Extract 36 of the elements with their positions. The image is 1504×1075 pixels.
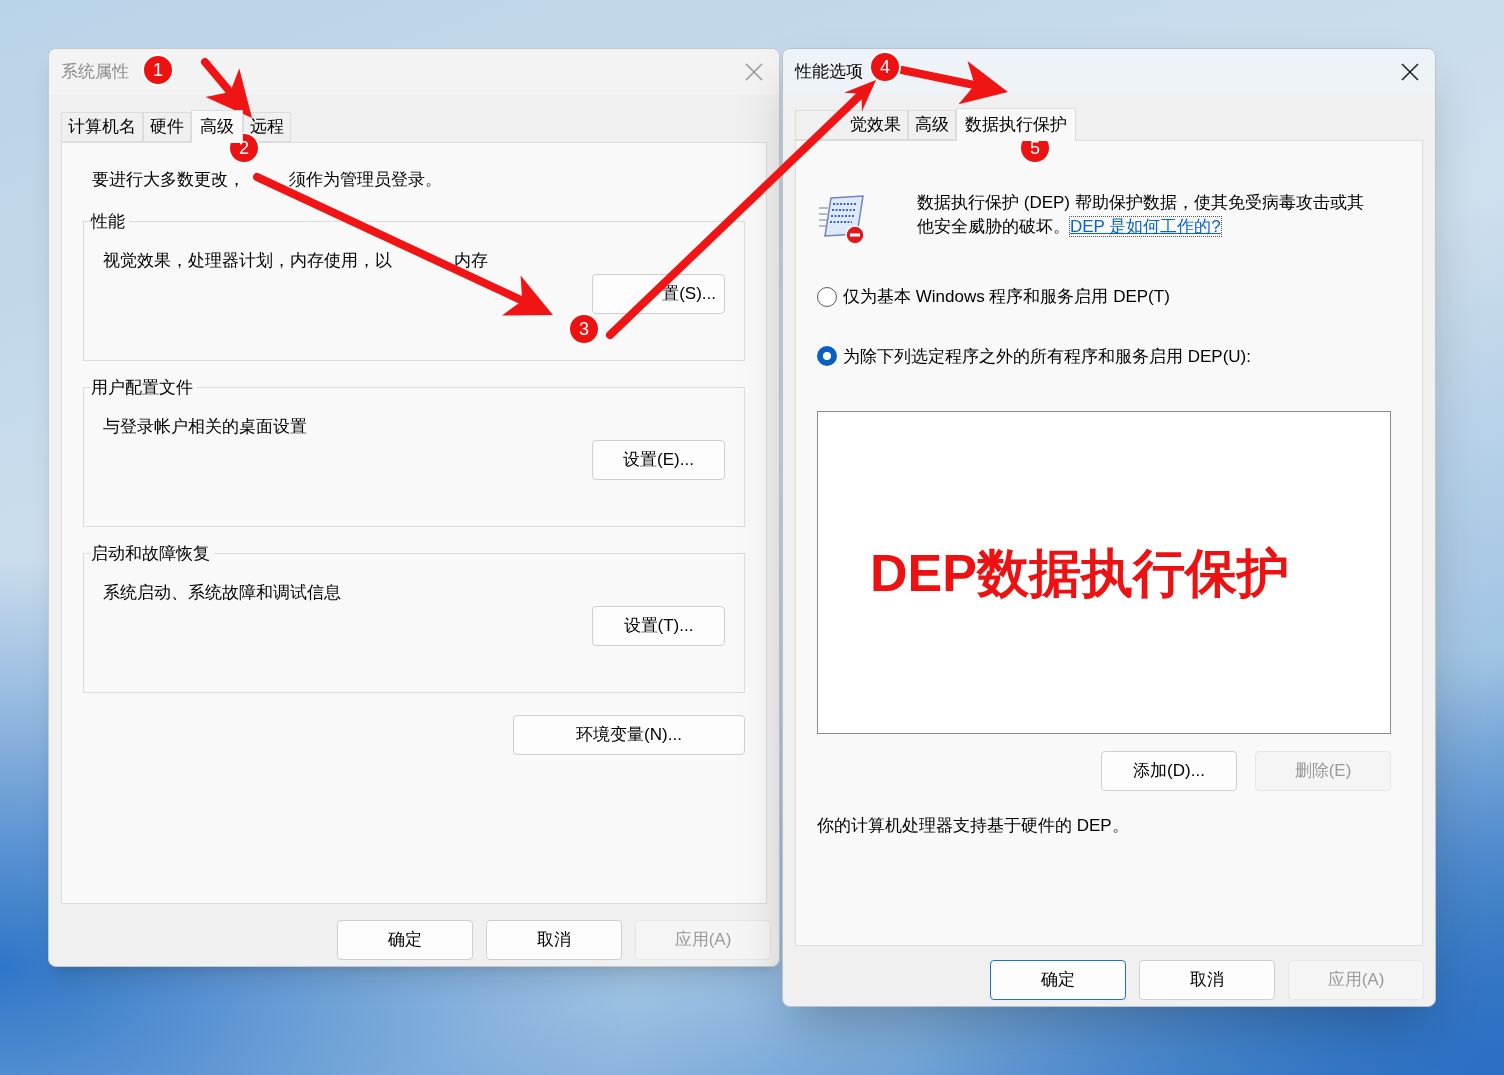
- dialog-button[interactable]: 设置(E)...: [592, 439, 725, 480]
- group-title: 启动和故障恢复: [91, 542, 211, 565]
- tab[interactable]: 计算机名: [61, 112, 143, 142]
- program-list-box[interactable]: DEP数据执行保护: [817, 411, 1391, 734]
- dialog-button[interactable]: 取消: [1139, 960, 1275, 1000]
- tab[interactable]: 觉效果: [795, 110, 908, 140]
- group-title: 性能: [91, 210, 126, 233]
- tab[interactable]: 远程: [243, 112, 291, 142]
- group-description: 与登录帐户相关的桌面设置: [103, 416, 307, 438]
- annotation-arrow: [201, 58, 252, 118]
- dialog-button[interactable]: 确定: [990, 960, 1126, 1000]
- radio-button[interactable]: [817, 346, 837, 367]
- radio-label[interactable]: 为除下列选定程序之外的所有程序和服务启用 DEP(U):: [843, 343, 1251, 369]
- tab[interactable]: 高级: [908, 110, 956, 140]
- tab[interactable]: 数据执行保护: [956, 108, 1076, 141]
- dialog-button[interactable]: 确定: [337, 920, 473, 960]
- radio-label[interactable]: 仅为基本 Windows 程序和服务启用 DEP(T): [843, 284, 1170, 310]
- dep-description: 数据执行保护 (DEP) 帮助保护数据，使其免受病毒攻击或其他安全威胁的破坏。DEP 是如何工作的?: [917, 192, 1365, 238]
- tab[interactable]: 高级: [191, 110, 243, 143]
- group-description: 视觉效果，处理器计划，内存使用，以: [103, 250, 392, 272]
- dialog-button[interactable]: 设置(T)...: [592, 605, 725, 646]
- admin-notice: 须作为管理员登录。: [289, 169, 442, 191]
- group-description: 系统启动、系统故障和调试信息: [103, 582, 341, 604]
- help-link[interactable]: DEP 是如何工作的?: [1070, 217, 1221, 236]
- window-title: 系统属性: [61, 61, 129, 84]
- dialog-button[interactable]: 添加(D)...: [1101, 751, 1237, 791]
- dialog-button[interactable]: 取消: [486, 920, 622, 960]
- annotation-text: DEP数据执行保护: [870, 542, 1289, 604]
- dialog-button[interactable]: 环境变量(N)...: [513, 714, 745, 755]
- dep-support-text: 你的计算机处理器支持基于硬件的 DEP。: [817, 815, 1130, 837]
- window-title: 性能选项: [795, 61, 863, 84]
- tab[interactable]: 硬件: [143, 112, 191, 142]
- admin-notice: 要进行大多数更改，: [92, 169, 245, 191]
- close-icon[interactable]: [1401, 63, 1419, 81]
- radio-button[interactable]: [817, 286, 837, 307]
- group-title: 用户配置文件: [91, 376, 194, 399]
